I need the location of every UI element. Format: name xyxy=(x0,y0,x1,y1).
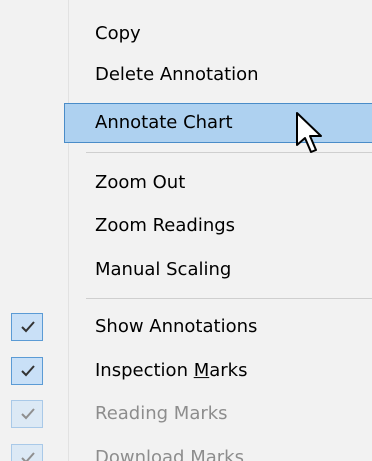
menu-item-label: Manual Scaling xyxy=(95,259,232,281)
menu-separator xyxy=(86,152,372,153)
menu-item-label: Copy xyxy=(95,23,141,45)
menu-item-label: Zoom Out xyxy=(95,172,186,194)
menu-item-label: Annotate Chart xyxy=(95,112,233,134)
menu-item-zoom-readings[interactable]: Zoom Readings xyxy=(0,206,372,246)
menu-item-label: Inspection Marks xyxy=(95,360,248,382)
menu-item-annotate-chart[interactable]: Annotate Chart xyxy=(64,103,372,143)
menu-item-delete-annotation[interactable]: Delete Annotation xyxy=(0,55,372,95)
menu-separator xyxy=(86,298,372,299)
menu-item-zoom-out[interactable]: Zoom Out xyxy=(0,163,372,203)
menu-item-label: Reading Marks xyxy=(95,403,228,425)
menu-item-label: Show Annotations xyxy=(95,316,258,338)
menu-item-download-marks[interactable]: Download Marks xyxy=(0,438,372,461)
menu-item-label: Delete Annotation xyxy=(95,64,259,86)
menu-item-label: Zoom Readings xyxy=(95,215,236,237)
context-menu: Copy Delete Annotation Annotate Chart Zo… xyxy=(0,0,372,461)
menu-item-label: Download Marks xyxy=(95,447,244,461)
menu-item-manual-scaling[interactable]: Manual Scaling xyxy=(0,250,372,290)
menu-item-inspection-marks[interactable]: Inspection Marks xyxy=(0,351,372,391)
mouse-pointer-icon xyxy=(295,111,325,163)
menu-item-show-annotations[interactable]: Show Annotations xyxy=(0,307,372,347)
menu-item-copy[interactable]: Copy xyxy=(0,14,372,54)
menu-item-reading-marks[interactable]: Reading Marks xyxy=(0,394,372,434)
